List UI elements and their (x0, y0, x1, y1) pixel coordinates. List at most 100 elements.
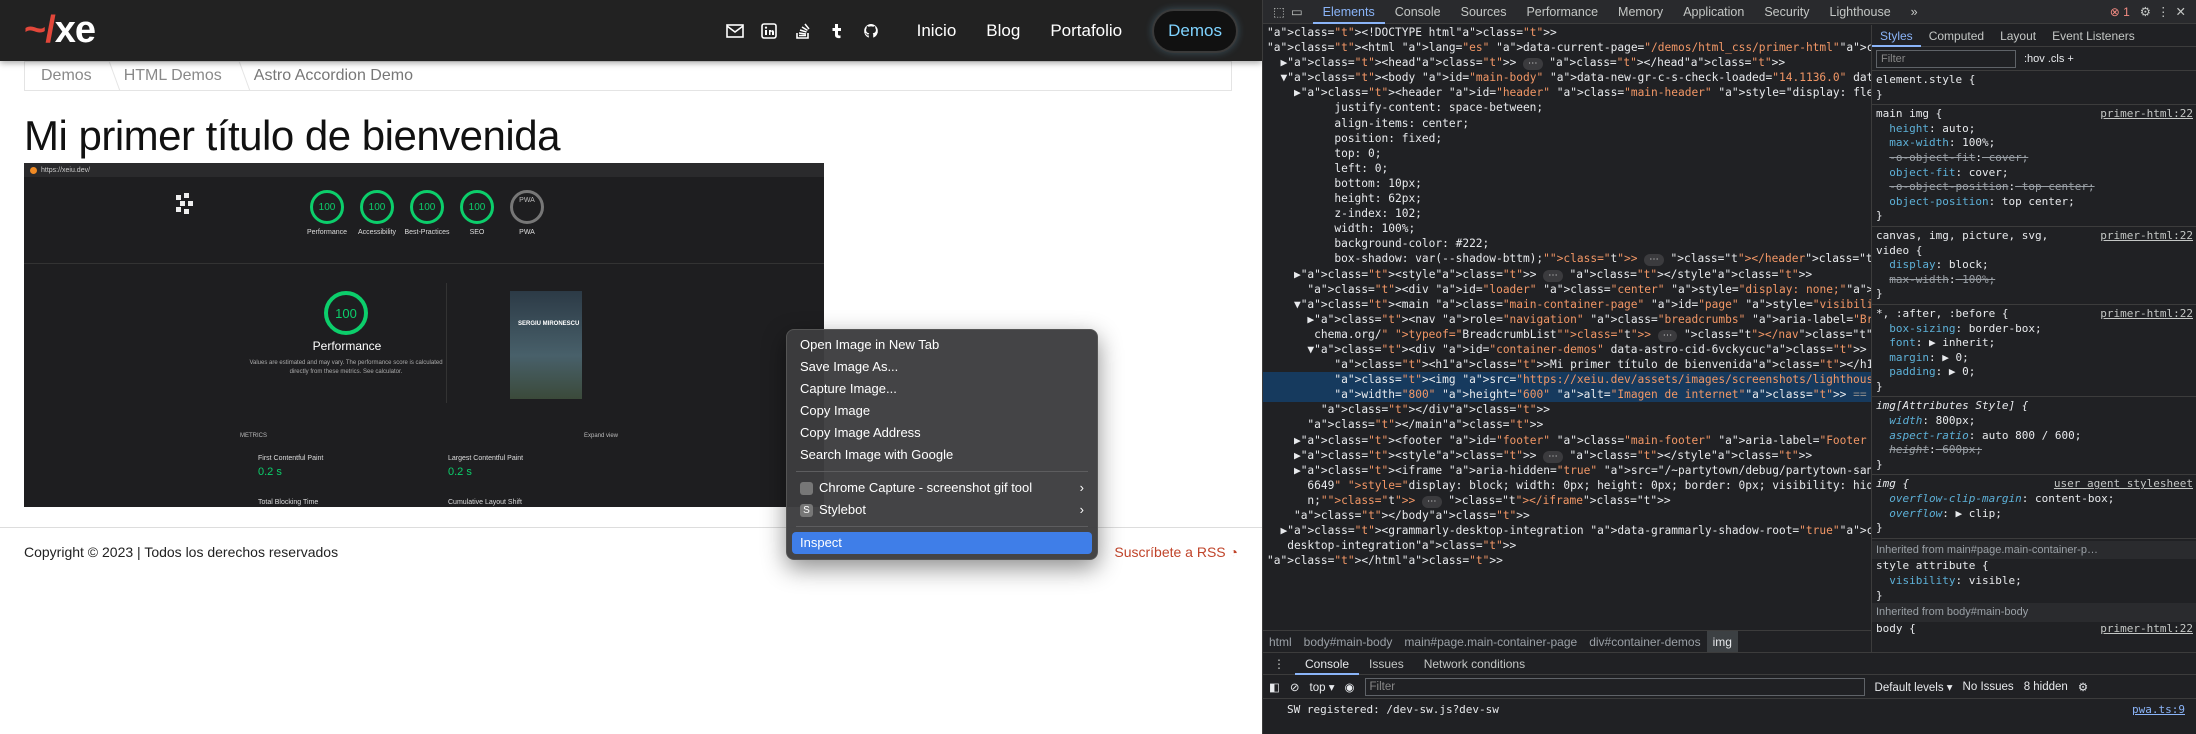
dom-line[interactable]: top: 0; (1263, 146, 1871, 161)
dom-crumb-main[interactable]: main#page.main-container-page (1398, 631, 1583, 653)
dom-line[interactable]: "a">class="t"><h1"a">class="t">>Mi prime… (1263, 357, 1871, 372)
dom-line[interactable]: background-color: #222; (1263, 236, 1871, 251)
inspect-element-icon[interactable]: ⬚ (1273, 4, 1285, 19)
dom-line[interactable]: 6649" ">style="display: block; width: 0p… (1263, 478, 1871, 493)
rss-link[interactable]: Suscríbete a RSS ◔ (1114, 544, 1238, 560)
more-options-icon[interactable]: ⋮ (2157, 4, 2170, 19)
dom-line[interactable]: desktop-integration"a">class="t">> (1263, 538, 1871, 553)
dom-line[interactable]: ▼"a">class="t"><body "a">id="main-body" … (1263, 70, 1871, 85)
styles-filter-input[interactable]: Filter (1876, 49, 2016, 68)
styles-filter-tools[interactable]: :hov .cls + (2024, 53, 2074, 65)
breadcrumb-item-demos[interactable]: Demos (25, 62, 108, 90)
dom-line[interactable]: left: 0; (1263, 161, 1871, 176)
clear-console-icon[interactable]: ⊘ (1290, 680, 1300, 694)
error-count-badge[interactable]: ⊗ 1 (2110, 5, 2130, 19)
tumblr-icon[interactable] (827, 21, 847, 41)
nav-link-demos[interactable]: Demos (1152, 8, 1238, 53)
drawer-tab-network-conditions[interactable]: Network conditions (1414, 653, 1535, 675)
rule-source-link[interactable]: user agent stylesheet (2054, 477, 2193, 492)
dom-line[interactable]: ▼"a">class="t"><main "a">class="main-con… (1263, 297, 1871, 312)
nav-link-portafolio[interactable]: Portafolio (1050, 21, 1122, 41)
dom-line[interactable]: ▶"a">class="t"><nav "a">role="navigation… (1263, 312, 1871, 327)
menu-item-capture-image[interactable]: Capture Image... (792, 378, 1092, 400)
context-select[interactable]: top ▾ (1310, 680, 1335, 694)
dom-crumb-body[interactable]: body#main-body (1298, 631, 1399, 653)
console-filter-input[interactable]: Filter (1364, 677, 1865, 696)
rule-source-link[interactable]: primer-html:22 (2100, 307, 2193, 322)
menu-item-inspect[interactable]: Inspect (792, 532, 1092, 554)
drawer-menu-icon[interactable]: ⋮ (1263, 653, 1295, 675)
dom-line[interactable]: "a">class="t"></div"a">class="t">> (1263, 402, 1871, 417)
dom-line[interactable]: ▶"a">class="t"><style"a">class="t">> ⋯ "… (1263, 267, 1871, 282)
mail-icon[interactable] (725, 21, 745, 41)
sidebar-toggle-icon[interactable]: ◧ (1269, 680, 1280, 694)
menu-item-save-image-as[interactable]: Save Image As... (792, 356, 1092, 378)
close-devtools-icon[interactable]: ✕ (2176, 4, 2186, 19)
live-expression-eye-icon[interactable]: ◉ (1344, 680, 1354, 694)
breadcrumb-item-html-demos[interactable]: HTML Demos (108, 62, 238, 90)
tab-layout[interactable]: Layout (1992, 25, 2044, 47)
lighthouse-screenshot-image[interactable]: https://xeiu.dev/ 100 100 100 100 PWA Pe… (24, 163, 824, 507)
github-icon[interactable] (861, 21, 881, 41)
dom-line[interactable]: "a">class="t"><html "a">lang="es" "a">da… (1263, 40, 1871, 55)
rule-source-link[interactable]: primer-html:22 (2100, 229, 2193, 244)
dom-line[interactable]: ▶"a">class="t"><header "a">id="header" "… (1263, 85, 1871, 100)
inherited-from-body[interactable]: Inherited from body#main-body (1872, 603, 2196, 622)
tab-memory[interactable]: Memory (1608, 0, 1673, 24)
tab-computed[interactable]: Computed (1921, 25, 1992, 47)
dom-crumb-div[interactable]: div#container-demos (1583, 631, 1706, 653)
drawer-tab-console[interactable]: Console (1295, 653, 1360, 675)
dom-line[interactable]: align-items: center; (1263, 116, 1871, 131)
dom-line[interactable]: box-shadow: var(--shadow-bttm);"">class=… (1263, 251, 1871, 267)
settings-gear-icon[interactable]: ⚙ (2140, 4, 2151, 19)
nav-link-blog[interactable]: Blog (986, 21, 1020, 41)
menu-item-search-image-google[interactable]: Search Image with Google (792, 444, 1092, 466)
device-toolbar-icon[interactable]: ▭ (1291, 4, 1303, 19)
dom-line[interactable]: "a">width="800" "a">height="600" "a">alt… (1263, 387, 1871, 403)
tab-lighthouse[interactable]: Lighthouse (1820, 0, 1901, 24)
dom-line[interactable]: z-index: 102; (1263, 206, 1871, 221)
menu-item-open-image-new-tab[interactable]: Open Image in New Tab (792, 334, 1092, 356)
dom-line[interactable]: ▶"a">class="t"><grammarly-desktop-integr… (1263, 523, 1871, 538)
dom-line[interactable]: ▶"a">class="t"><style"a">class="t">> ⋯ "… (1263, 448, 1871, 463)
tab-security[interactable]: Security (1754, 0, 1819, 24)
dom-line[interactable]: chema.org/" ">typeof="BreadcrumbList"">c… (1263, 327, 1871, 342)
tab-elements[interactable]: Elements (1312, 0, 1385, 24)
dom-line[interactable]: ▶"a">class="t"><iframe "a">aria-hidden="… (1263, 463, 1871, 478)
dom-line[interactable]: position: fixed; (1263, 131, 1871, 146)
tab-application[interactable]: Application (1673, 0, 1754, 24)
dom-line[interactable]: width: 100%; (1263, 221, 1871, 236)
dom-line[interactable]: "a">class="t"></main"a">class="t">> (1263, 417, 1871, 432)
dom-line[interactable]: bottom: 10px; (1263, 176, 1871, 191)
dom-line[interactable]: height: 62px; (1263, 191, 1871, 206)
tab-performance[interactable]: Performance (1516, 0, 1608, 24)
dom-line[interactable]: justify-content: space-between; (1263, 100, 1871, 115)
dom-line[interactable]: "a">class="t"><div "a">id="loader" "a">c… (1263, 282, 1871, 297)
tab-console[interactable]: Console (1385, 0, 1451, 24)
dom-crumb-img[interactable]: img (1706, 630, 1738, 653)
dom-line[interactable]: "a">class="t"></body"a">class="t">> (1263, 508, 1871, 523)
issues-count[interactable]: No Issues (1963, 681, 2014, 693)
tab-sources[interactable]: Sources (1451, 0, 1517, 24)
linkedin-icon[interactable] (759, 21, 779, 41)
dom-crumb-html[interactable]: html (1263, 631, 1298, 653)
inherited-from-main[interactable]: Inherited from main#page.main-container-… (1872, 540, 2196, 560)
nav-link-inicio[interactable]: Inicio (917, 21, 957, 41)
stackoverflow-icon[interactable] (793, 21, 813, 41)
site-logo[interactable]: ~/xe (24, 9, 96, 52)
tab-event-listeners[interactable]: Event Listeners (2044, 25, 2143, 47)
rule-source-link[interactable]: primer-html:22 (2100, 107, 2193, 122)
menu-item-copy-image[interactable]: Copy Image (792, 400, 1092, 422)
dom-line[interactable]: ▶"a">class="t"><footer "a">id="footer" "… (1263, 433, 1871, 448)
dom-line[interactable]: "a">class="t"></html"a">class="t">> (1263, 553, 1871, 568)
tab-styles[interactable]: Styles (1872, 25, 1921, 47)
dom-line[interactable]: n;"">class="t">> ⋯ ">class="t"></iframe"… (1263, 493, 1871, 508)
more-tabs-icon[interactable]: » (1901, 0, 1928, 24)
menu-item-chrome-capture[interactable]: Chrome Capture - screenshot gif tool › (792, 477, 1092, 499)
menu-item-stylebot[interactable]: S Stylebot › (792, 499, 1092, 521)
drawer-tab-issues[interactable]: Issues (1359, 653, 1414, 675)
menu-item-copy-image-address[interactable]: Copy Image Address (792, 422, 1092, 444)
console-settings-gear-icon[interactable]: ⚙ (2078, 680, 2088, 694)
dom-line[interactable]: "a">class="t"><img "a">src="https://xeiu… (1263, 372, 1871, 388)
log-levels-select[interactable]: Default levels ▾ (1875, 680, 1953, 694)
